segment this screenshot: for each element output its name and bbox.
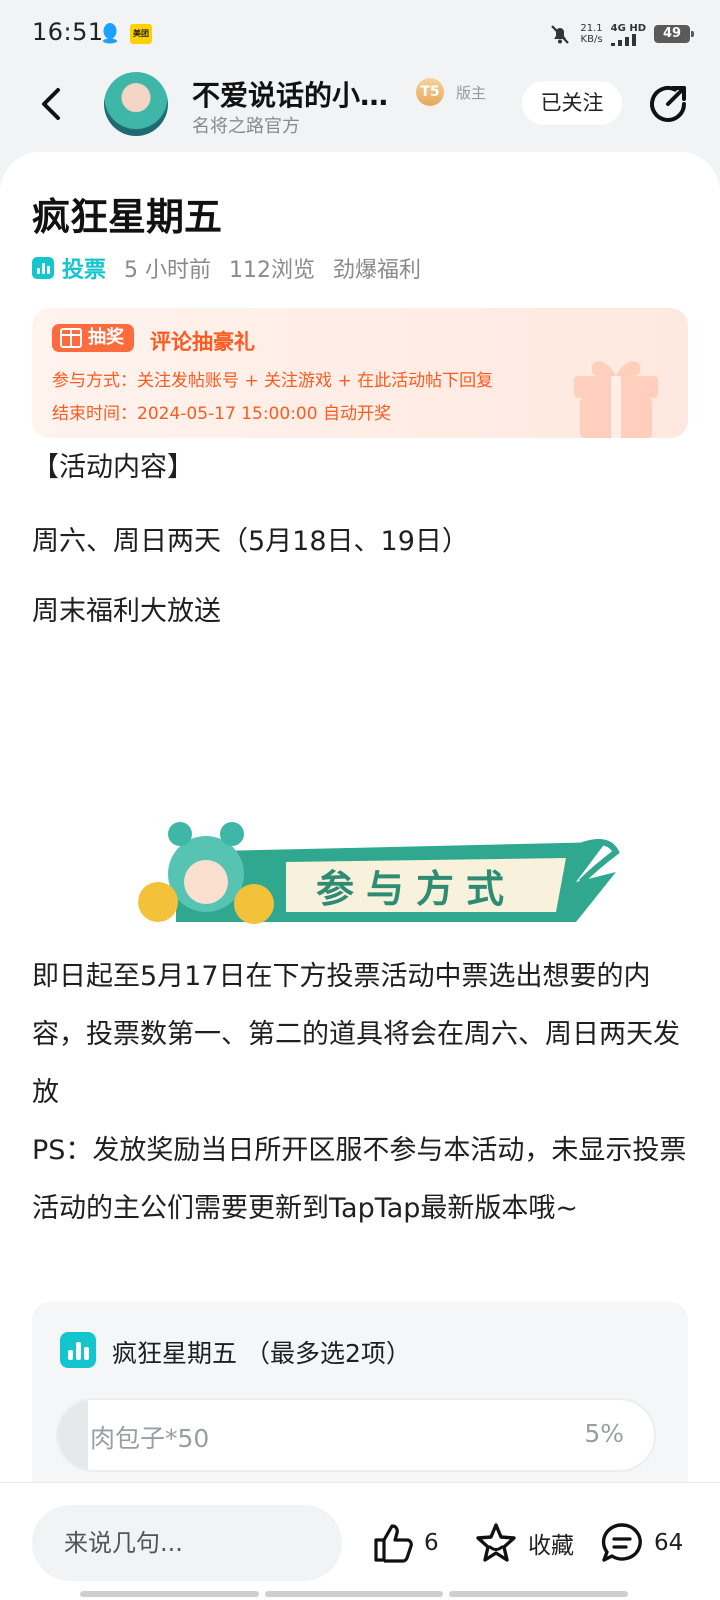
lottery-method: 参与方式：关注发帖账号 + 关注游戏 + 在此活动帖下回复	[52, 371, 494, 391]
qq-icon	[103, 23, 117, 44]
lottery-title: 评论抽豪礼	[150, 330, 255, 354]
body-text: 即日起至5月17日在下方投票活动中票选出想要的内容，投票数第一、第二的道具将会在…	[32, 961, 680, 1108]
poll-option-label: 肉包子*50	[90, 1424, 210, 1453]
post-type-label[interactable]: 投票	[62, 252, 106, 284]
comment-bubble-icon	[601, 1523, 642, 1562]
activity-days: 周六、周日两天（5月18日、19日）	[32, 526, 469, 557]
section-heading: 【活动内容】	[32, 452, 194, 483]
post-title: 疯狂星期五	[32, 195, 223, 239]
level-badge: T5	[416, 78, 444, 106]
status-bar: 16:51 美团 21.1 KB/s 4G HD 49	[0, 0, 720, 68]
poll-option-fill	[58, 1400, 88, 1470]
post-header: 不爱说话的小… 名将之路官方 T5 版主 已关注	[0, 68, 720, 148]
post-time: 5 小时前	[124, 258, 212, 283]
bottom-action-bar: 来说几句... 6 收藏 64	[0, 1482, 720, 1600]
post-category[interactable]: 劲爆福利	[333, 252, 421, 284]
comment-button[interactable]: 64	[600, 1513, 683, 1573]
post-views: 112浏览	[229, 258, 316, 283]
poll-icon	[60, 1332, 96, 1368]
back-arrow-icon[interactable]	[30, 82, 74, 126]
share-icon[interactable]	[644, 80, 692, 128]
meituan-icon: 美团	[130, 24, 152, 44]
weekend-text: 周末福利大放送	[32, 596, 221, 627]
vote-icon	[32, 257, 54, 279]
poll-card: 疯狂星期五 （最多选2项） 肉包子*50 5%	[32, 1302, 688, 1502]
mute-bell-icon	[551, 25, 570, 44]
lottery-end-time: 结束时间：2024-05-17 15:00:00 自动开奖	[52, 404, 391, 424]
poll-option[interactable]: 肉包子*50 5%	[56, 1398, 656, 1472]
status-time: 16:51	[32, 18, 104, 46]
comment-count: 64	[654, 1530, 684, 1556]
star-icon	[476, 1523, 516, 1562]
author-name[interactable]: 不爱说话的小…	[192, 74, 388, 114]
poll-option-percent: 5%	[584, 1419, 624, 1448]
net-speed: 21.1 KB/s	[580, 23, 603, 45]
home-indicator	[80, 1591, 629, 1597]
moderator-tag: 版主	[456, 84, 487, 102]
gift-watermark-icon	[574, 361, 658, 438]
thumbs-up-icon	[374, 1524, 413, 1563]
signal-icon: 4G HD	[610, 23, 646, 46]
author-avatar[interactable]	[104, 72, 168, 136]
participation-banner-image: 参与方式	[138, 822, 620, 924]
poll-title: 疯狂星期五 （最多选2项）	[112, 1339, 411, 1368]
post-card: 疯狂星期五 投票 5 小时前 112浏览 劲爆福利 抽奖 评论抽豪礼 参与方式：…	[0, 152, 720, 1502]
like-count: 6	[424, 1530, 439, 1556]
lottery-card[interactable]: 抽奖 评论抽豪礼 参与方式：关注发帖账号 + 关注游戏 + 在此活动帖下回复 结…	[32, 308, 688, 438]
like-button[interactable]: 6	[372, 1513, 439, 1573]
gift-icon	[60, 328, 82, 348]
battery-icon: 49	[654, 25, 694, 43]
banner-text: 参与方式	[316, 866, 516, 911]
lottery-tag: 抽奖	[52, 324, 134, 352]
favorite-label: 收藏	[528, 1533, 574, 1559]
favorite-button[interactable]: 收藏	[474, 1513, 574, 1573]
follow-button[interactable]: 已关注	[522, 81, 622, 125]
post-meta: 投票 5 小时前 112浏览 劲爆福利	[32, 252, 421, 284]
status-right: 21.1 KB/s 4G HD 49	[548, 20, 694, 48]
comment-input[interactable]: 来说几句...	[32, 1505, 342, 1581]
author-subtitle: 名将之路官方	[192, 116, 300, 137]
ps-text: PS：发放奖励当日所开区服不参与本活动，未显示投票活动的主公们需要更新到TapT…	[32, 1135, 687, 1224]
